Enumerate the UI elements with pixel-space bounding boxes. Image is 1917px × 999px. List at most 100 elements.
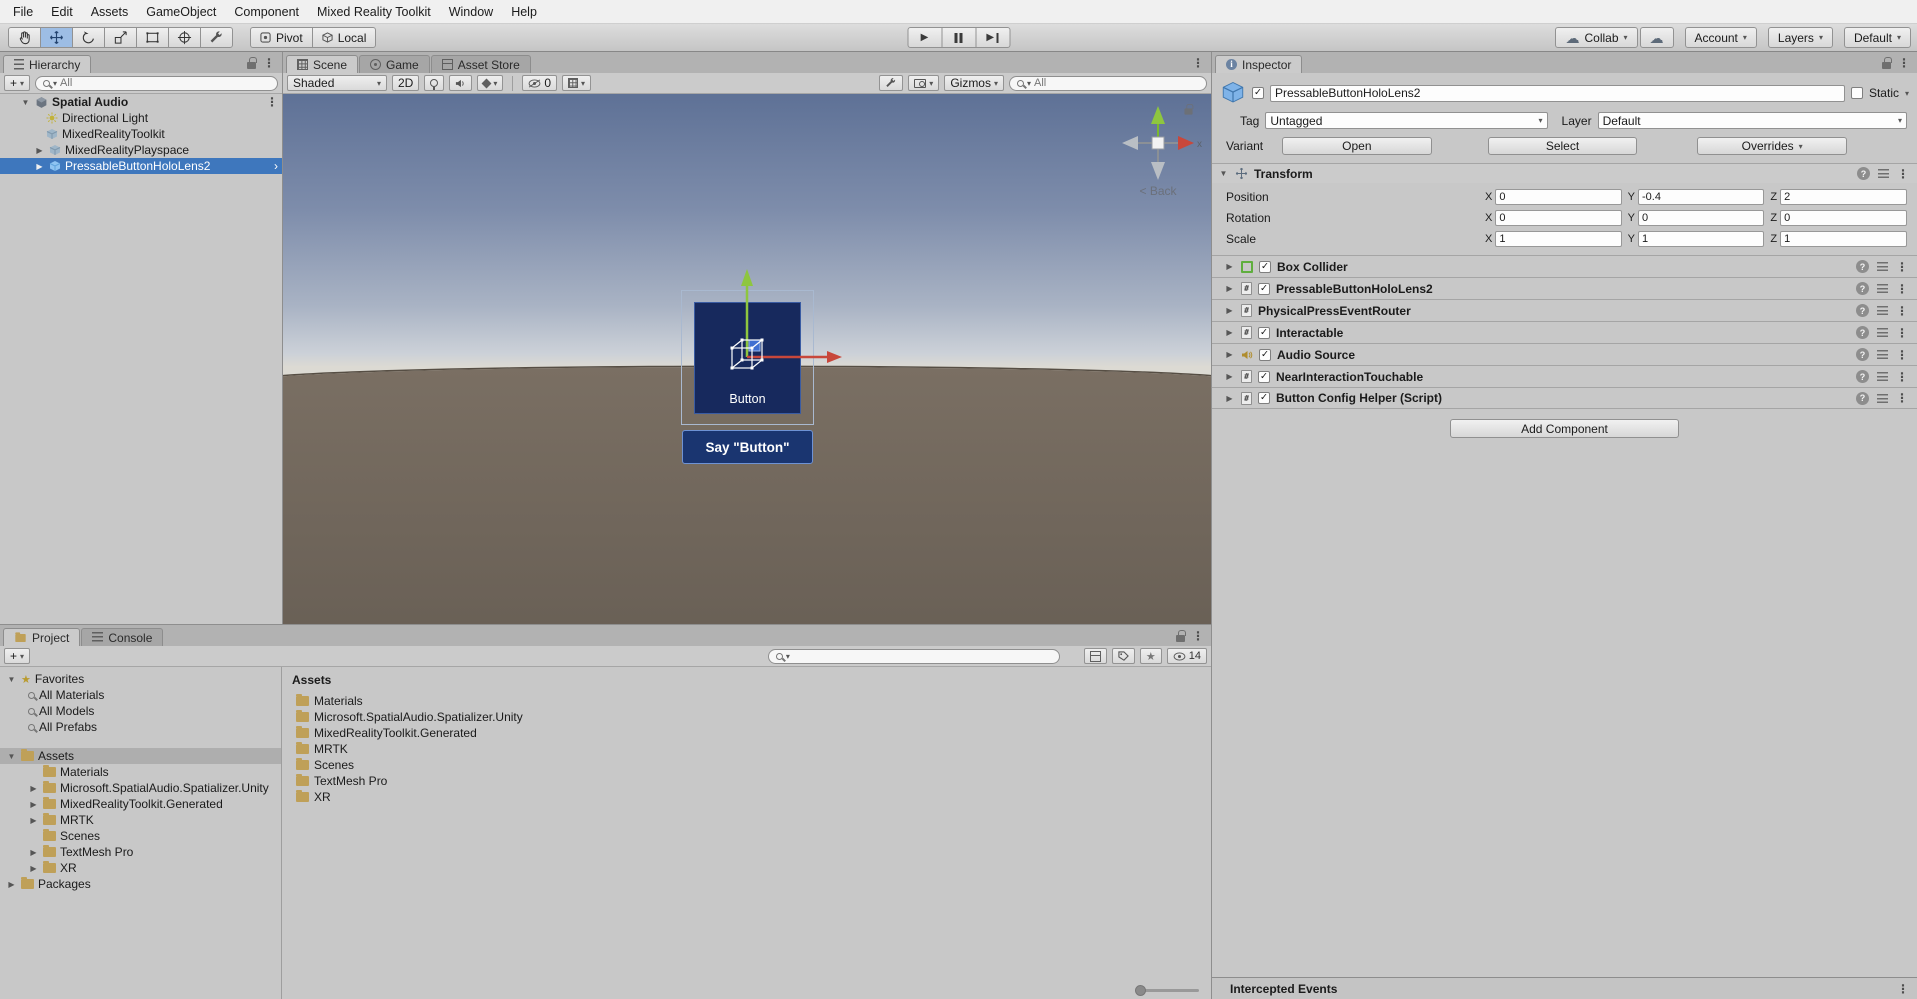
- hidden-packages-button[interactable]: 14: [1167, 648, 1207, 664]
- foldout-closed-icon[interactable]: ▶: [28, 864, 39, 873]
- scene-tools-button[interactable]: [879, 75, 903, 91]
- component-menu-icon[interactable]: ⋮: [1896, 370, 1908, 384]
- menu-assets[interactable]: Assets: [82, 2, 138, 22]
- panel-menu-icon[interactable]: ⋮: [1897, 982, 1909, 996]
- cloud-services-button[interactable]: ☁: [1640, 27, 1674, 48]
- static-dropdown-icon[interactable]: ▾: [1905, 89, 1909, 98]
- packages-root[interactable]: ▶ Packages: [0, 876, 281, 892]
- component-pressablebuttonhololens2[interactable]: ▶ ✓ PressableButtonHoloLens2 ? ⋮: [1212, 277, 1917, 299]
- foldout-closed-icon[interactable]: ▶: [1224, 306, 1235, 315]
- favorite-all-models[interactable]: All Models: [0, 703, 281, 719]
- favorites-filter-button[interactable]: ★: [1140, 648, 1162, 664]
- search-by-type-button[interactable]: [1084, 648, 1107, 664]
- object-name-input[interactable]: [1275, 86, 1840, 100]
- foldout-closed-icon[interactable]: ▶: [1224, 372, 1235, 381]
- tab-game[interactable]: Game: [359, 55, 430, 73]
- panel-menu-icon[interactable]: ⋮: [1192, 629, 1204, 643]
- transform-tool-button[interactable]: [168, 27, 201, 48]
- asset-folder-mrtk[interactable]: MRTK: [282, 741, 1211, 757]
- pivot-toggle-button[interactable]: Pivot: [250, 27, 313, 48]
- menu-help[interactable]: Help: [502, 2, 546, 22]
- local-toggle-button[interactable]: Local: [312, 27, 377, 48]
- tree-folder-microsoft-spatialaudio[interactable]: ▶ Microsoft.SpatialAudio.Spatializer.Uni…: [0, 780, 281, 796]
- menu-mixed-reality-toolkit[interactable]: Mixed Reality Toolkit: [308, 2, 440, 22]
- help-icon[interactable]: ?: [1856, 392, 1869, 405]
- hierarchy-item-pressablebuttonhololens2[interactable]: ▶ PressableButtonHoloLens2 ›: [0, 158, 282, 174]
- preset-icon[interactable]: [1877, 262, 1888, 271]
- play-button[interactable]: ▶: [907, 27, 942, 48]
- component-menu-icon[interactable]: ⋮: [1897, 167, 1909, 181]
- hand-tool-button[interactable]: [8, 27, 41, 48]
- menu-window[interactable]: Window: [440, 2, 502, 22]
- foldout-closed-icon[interactable]: ▶: [1224, 262, 1235, 271]
- y-axis-arrowhead[interactable]: [741, 269, 753, 286]
- collab-button[interactable]: ☁ Collab ▾: [1555, 27, 1637, 48]
- help-icon[interactable]: ?: [1856, 348, 1869, 361]
- prefab-open-button[interactable]: Open: [1282, 137, 1432, 155]
- prefab-overrides-button[interactable]: Overrides ▾: [1697, 137, 1847, 155]
- hierarchy-search-input[interactable]: [60, 77, 270, 89]
- hierarchy-item-mixedrealitytoolkit[interactable]: MixedRealityToolkit: [0, 126, 282, 142]
- panel-menu-icon[interactable]: ⋮: [1898, 56, 1910, 70]
- tab-hierarchy[interactable]: Hierarchy: [3, 55, 91, 73]
- x-axis-arrowhead[interactable]: [827, 351, 842, 363]
- scene-row[interactable]: ▼ Spatial Audio ⋮: [0, 94, 282, 110]
- foldout-closed-icon[interactable]: ▶: [1224, 328, 1235, 337]
- rect-tool-button[interactable]: [136, 27, 169, 48]
- preset-icon[interactable]: [1878, 169, 1889, 178]
- component-menu-icon[interactable]: ⋮: [1896, 304, 1908, 318]
- back-link[interactable]: < Back: [1123, 184, 1193, 198]
- foldout-closed-icon[interactable]: ▶: [1224, 284, 1235, 293]
- foldout-closed-icon[interactable]: ▶: [6, 880, 17, 889]
- foldout-closed-icon[interactable]: ▶: [28, 816, 39, 825]
- foldout-closed-icon[interactable]: ▶: [28, 800, 39, 809]
- audio-toggle-button[interactable]: [449, 75, 472, 91]
- menu-gameobject[interactable]: GameObject: [137, 2, 225, 22]
- gizmo-left-cone[interactable]: [1122, 136, 1138, 150]
- static-checkbox[interactable]: [1851, 87, 1863, 99]
- asset-folder-xr[interactable]: XR: [282, 789, 1211, 805]
- lock-icon[interactable]: [1882, 62, 1891, 69]
- scale-x-field[interactable]: [1495, 231, 1621, 247]
- rotation-y-field[interactable]: [1638, 210, 1764, 226]
- component-enabled-checkbox[interactable]: ✓: [1258, 371, 1270, 383]
- tree-folder-mixedrealitytoolkit-generated[interactable]: ▶ MixedRealityToolkit.Generated: [0, 796, 281, 812]
- scale-z-field[interactable]: [1780, 231, 1907, 247]
- menu-file[interactable]: File: [4, 2, 42, 22]
- panel-menu-icon[interactable]: ⋮: [1192, 56, 1204, 70]
- foldout-closed-icon[interactable]: ▶: [28, 848, 39, 857]
- lock-icon[interactable]: [1176, 635, 1185, 642]
- favorite-all-prefabs[interactable]: All Prefabs: [0, 719, 281, 735]
- custom-tool-button[interactable]: [200, 27, 233, 48]
- lighting-toggle-button[interactable]: [424, 75, 444, 91]
- search-by-label-button[interactable]: [1112, 648, 1135, 664]
- asset-folder-textmesh-pro[interactable]: TextMesh Pro: [282, 773, 1211, 789]
- help-icon[interactable]: ?: [1856, 370, 1869, 383]
- asset-folder-scenes[interactable]: Scenes: [282, 757, 1211, 773]
- component-box-collider[interactable]: ▶ ✓ Box Collider ? ⋮: [1212, 255, 1917, 277]
- layout-dropdown[interactable]: Default ▾: [1844, 27, 1911, 48]
- component-menu-icon[interactable]: ⋮: [1896, 326, 1908, 340]
- scene-search-input[interactable]: [1034, 77, 1199, 89]
- component-interactable[interactable]: ▶ ✓ Interactable ? ⋮: [1212, 321, 1917, 343]
- scene-visibility-button[interactable]: 0: [522, 75, 557, 91]
- project-search[interactable]: ▾: [768, 649, 1060, 664]
- gizmos-dropdown[interactable]: Gizmos ▾: [944, 75, 1004, 91]
- object-name-field[interactable]: [1270, 85, 1845, 102]
- menu-edit[interactable]: Edit: [42, 2, 82, 22]
- tree-folder-mrtk[interactable]: ▶ MRTK: [0, 812, 281, 828]
- hierarchy-item-directional-light[interactable]: Directional Light: [0, 110, 282, 126]
- hierarchy-item-mixedrealityplayspace[interactable]: ▶ MixedRealityPlayspace: [0, 142, 282, 158]
- help-icon[interactable]: ?: [1856, 326, 1869, 339]
- preset-icon[interactable]: [1877, 306, 1888, 315]
- scene-lock-icon[interactable]: [1184, 108, 1192, 114]
- transform-component-header[interactable]: ▼ Transform ? ⋮: [1212, 163, 1917, 183]
- preset-icon[interactable]: [1877, 284, 1888, 293]
- gizmo-down-cone[interactable]: [1151, 162, 1165, 180]
- component-enabled-checkbox[interactable]: ✓: [1258, 283, 1270, 295]
- component-enabled-checkbox[interactable]: ✓: [1258, 392, 1270, 404]
- create-asset-button[interactable]: + ▾: [4, 648, 30, 664]
- foldout-open-icon[interactable]: ▼: [20, 98, 31, 107]
- tree-folder-scenes[interactable]: Scenes: [0, 828, 281, 844]
- orientation-gizmo[interactable]: x: [1122, 106, 1202, 180]
